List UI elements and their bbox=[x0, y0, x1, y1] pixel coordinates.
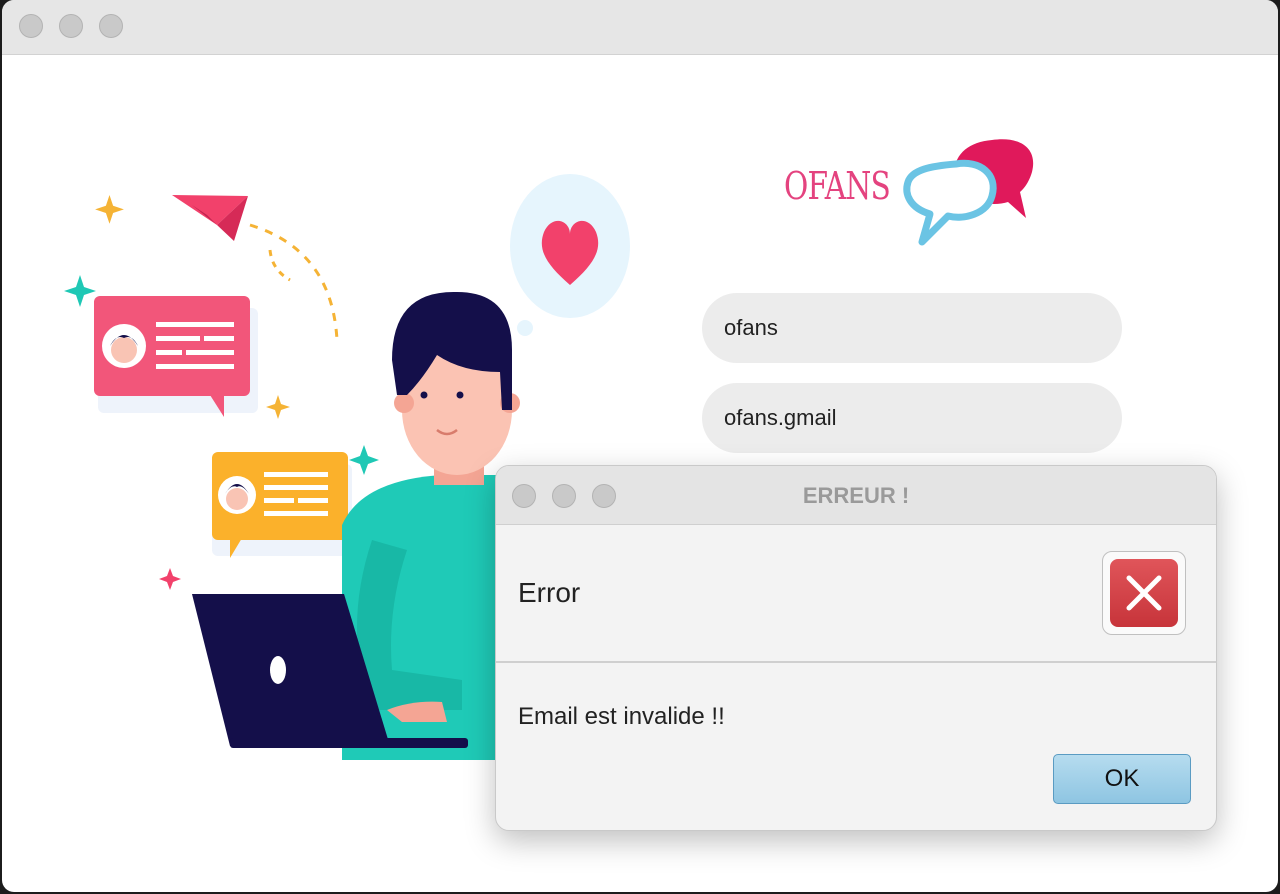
email-value: ofans.gmail bbox=[724, 405, 837, 430]
sparkle-icon bbox=[349, 445, 379, 475]
window-titlebar bbox=[2, 0, 1278, 55]
close-window-button[interactable] bbox=[19, 14, 43, 38]
sparkle-icon bbox=[64, 275, 96, 307]
username-field[interactable]: ofans bbox=[702, 293, 1122, 363]
zoom-window-button[interactable] bbox=[99, 14, 123, 38]
dialog-message: Email est invalide !! bbox=[518, 703, 725, 730]
chat-bubbles-icon bbox=[903, 139, 1034, 246]
app-logo: OFANS bbox=[782, 134, 1042, 254]
error-dialog: ERREUR ! Error Email est invalide !! OK bbox=[495, 465, 1217, 831]
ok-button[interactable]: OK bbox=[1053, 754, 1191, 804]
error-x-icon bbox=[1102, 551, 1186, 635]
sparkle-icon bbox=[95, 195, 124, 224]
dialog-title: ERREUR ! bbox=[802, 483, 910, 508]
username-value: ofans bbox=[724, 315, 778, 340]
dialog-header-text: Error bbox=[518, 577, 581, 608]
sparkle-icon bbox=[266, 395, 290, 419]
dialog-titlebar: ERREUR ! bbox=[496, 466, 1216, 525]
logo-text: OFANS bbox=[784, 164, 891, 208]
dialog-header: Error bbox=[496, 525, 1216, 663]
minimize-window-button[interactable] bbox=[59, 14, 83, 38]
email-field[interactable]: ofans.gmail bbox=[702, 383, 1122, 453]
paper-plane-icon bbox=[172, 195, 248, 241]
sparkle-icon bbox=[159, 568, 181, 590]
